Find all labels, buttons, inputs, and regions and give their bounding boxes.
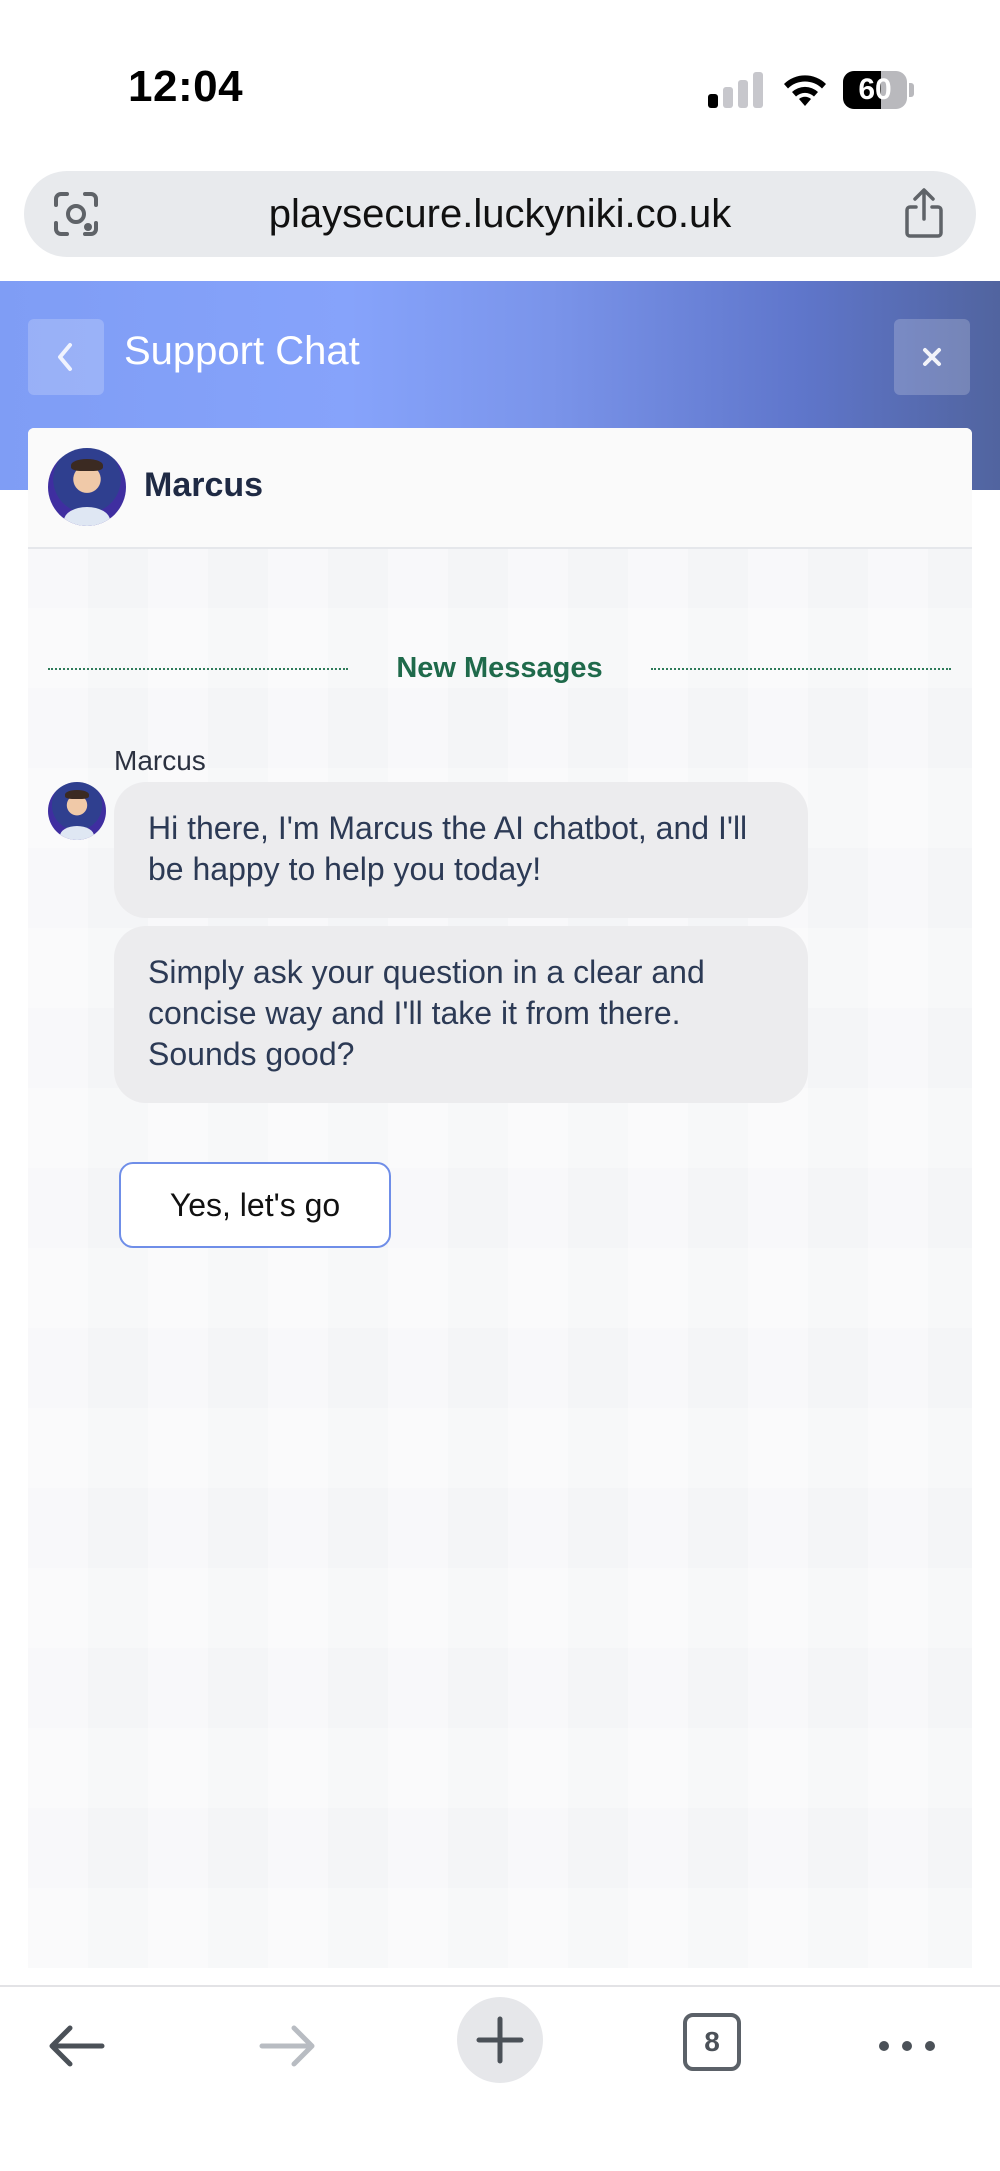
new-messages-divider: New Messages	[396, 652, 603, 684]
close-icon	[923, 348, 941, 366]
lens-icon[interactable]	[52, 191, 100, 237]
chat-panel: Marcus New Messages Marcus Hi there, I'm…	[28, 428, 972, 1968]
status-time: 12:04	[128, 62, 244, 111]
url-text[interactable]: playsecure.luckyniki.co.uk	[124, 171, 876, 257]
new-tab-button[interactable]	[457, 1997, 543, 2083]
divider-line-left	[48, 668, 348, 670]
more-icon[interactable]	[876, 2021, 938, 2071]
forward-arrow-icon[interactable]	[256, 2021, 320, 2071]
chevron-left-icon	[58, 343, 72, 371]
message-avatar	[48, 782, 106, 840]
battery-percent: 60	[858, 73, 892, 106]
battery-icon: 60	[843, 71, 915, 109]
tabs-button[interactable]: 8	[683, 2013, 741, 2071]
browser-toolbar: 8	[0, 1985, 1000, 2171]
agent-name: Marcus	[144, 466, 264, 504]
wifi-icon	[784, 75, 826, 106]
cellular-signal-icon	[708, 72, 764, 108]
close-button[interactable]	[894, 319, 970, 395]
plus-icon	[476, 2016, 524, 2064]
message-bubble: Hi there, I'm Marcus the AI chatbot, and…	[114, 782, 808, 918]
share-icon[interactable]	[902, 187, 946, 239]
message-bubble: Simply ask your question in a clear and …	[114, 926, 808, 1103]
status-bar: 12:04 60	[0, 0, 1000, 165]
back-arrow-icon[interactable]	[44, 2021, 108, 2071]
message-sender: Marcus	[114, 745, 206, 776]
agent-avatar	[48, 448, 126, 526]
address-bar[interactable]: playsecure.luckyniki.co.uk	[24, 171, 976, 257]
quick-reply-button[interactable]: Yes, let's go	[119, 1162, 391, 1248]
agent-bar: Marcus	[28, 428, 972, 549]
divider-line-right	[651, 668, 951, 670]
back-button[interactable]	[28, 319, 104, 395]
chat-title: Support Chat	[124, 329, 360, 373]
